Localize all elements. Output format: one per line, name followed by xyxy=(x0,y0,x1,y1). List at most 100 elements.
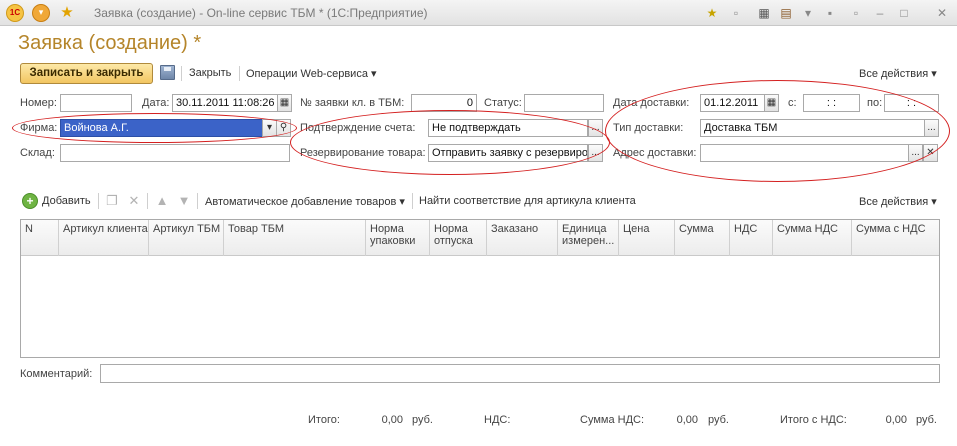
reservation-label: Резервирование товара: xyxy=(300,147,426,159)
all-actions-menu[interactable]: Все действия ▾ xyxy=(859,67,937,80)
window-titlebar: 1C ▾ ★ Заявка (создание) - On-line серви… xyxy=(0,0,957,26)
toolbar-separator xyxy=(197,193,198,209)
total-with-vat-label: Итого с НДС: xyxy=(780,414,847,426)
comment-label: Комментарий: xyxy=(20,368,93,380)
move-up-icon[interactable]: ▲ xyxy=(154,193,170,209)
save-icon[interactable] xyxy=(160,65,175,80)
column-header[interactable]: Норма отпуска xyxy=(430,220,487,256)
close-button[interactable]: Закрыть xyxy=(189,67,231,79)
copy-icon[interactable]: ❐ xyxy=(104,193,120,209)
goods-table[interactable]: N Артикул клиента Артикул ТБМ Товар ТБМ … xyxy=(20,219,940,358)
column-header[interactable]: Сумма xyxy=(675,220,730,256)
time-to-field[interactable]: : : xyxy=(884,94,939,112)
status-field[interactable] xyxy=(524,94,604,112)
window-title: Заявка (создание) - On-line сервис ТБМ *… xyxy=(94,6,428,20)
find-match-button[interactable]: Найти соответствие для артикула клиента xyxy=(419,195,636,207)
firm-label: Фирма: xyxy=(20,122,58,134)
toolbar-separator xyxy=(98,193,99,209)
column-header[interactable]: Цена xyxy=(619,220,675,256)
chevron-down-icon: ▾ xyxy=(931,68,937,80)
favorite-add-icon[interactable]: ★ xyxy=(704,5,720,21)
add-button[interactable]: Добавить xyxy=(42,195,91,207)
vat-sum-value: 0,00 xyxy=(676,414,698,426)
time-from-label: с: xyxy=(788,97,797,109)
firm-field[interactable]: Войнова А.Г. xyxy=(60,119,263,137)
auto-add-goods-label: Автоматическое добавление товаров xyxy=(205,196,397,208)
close-icon[interactable]: ✕ xyxy=(934,5,950,21)
delivery-date-field[interactable]: 01.12.2011 xyxy=(700,94,765,112)
delivery-type-field[interactable]: Доставка ТБМ xyxy=(700,119,925,137)
calendar-icon[interactable]: ▤ xyxy=(778,5,794,21)
toolbar-separator xyxy=(239,66,240,81)
select-dots-icon[interactable]: ... xyxy=(908,144,923,162)
column-header[interactable]: Артикул клиента xyxy=(59,220,149,256)
total-value: 0,00 xyxy=(381,414,403,426)
column-header[interactable]: НДС xyxy=(730,220,773,256)
select-dots-icon[interactable]: ... xyxy=(588,144,603,162)
table-all-actions-menu[interactable]: Все действия ▾ xyxy=(859,195,937,208)
delivery-type-label: Тип доставки: xyxy=(613,122,684,134)
column-header[interactable]: Сумма НДС xyxy=(773,220,852,256)
form-heading: Заявка (создание) * xyxy=(18,32,202,54)
tbm-order-number-label: № заявки кл. в ТБМ: xyxy=(300,97,405,109)
toolbar-separator xyxy=(412,193,413,209)
add-icon[interactable]: + xyxy=(22,193,38,209)
column-header[interactable]: Товар ТБМ xyxy=(224,220,366,256)
dropdown-arrow-icon[interactable]: ▾ xyxy=(262,119,277,137)
all-actions-label: Все действия xyxy=(859,68,929,80)
comment-field[interactable] xyxy=(100,364,940,383)
search-icon[interactable]: ⚲ xyxy=(276,119,291,137)
main-menu-icon[interactable]: ▾ xyxy=(32,4,50,22)
table-all-actions-label: Все действия xyxy=(859,196,929,208)
chevron-down-icon: ▾ xyxy=(371,68,377,80)
column-header[interactable]: Норма упаковки xyxy=(366,220,430,256)
auto-add-goods-menu[interactable]: Автоматическое добавление товаров ▾ xyxy=(205,195,405,208)
column-header[interactable]: Заказано xyxy=(487,220,558,256)
delivery-address-field[interactable] xyxy=(700,144,909,162)
calendar-icon[interactable]: ▦ xyxy=(277,94,292,112)
warehouse-field[interactable] xyxy=(60,144,290,162)
total-label: Итого: xyxy=(308,414,340,426)
minimize-icon[interactable]: – xyxy=(872,5,888,21)
time-to-label: по: xyxy=(867,97,883,109)
favorite-star-icon[interactable]: ★ xyxy=(58,4,76,22)
calendar-icon[interactable]: ▦ xyxy=(764,94,779,112)
select-dots-icon[interactable]: ... xyxy=(924,119,939,137)
column-header[interactable]: Артикул ТБМ xyxy=(149,220,224,256)
chevron-down-icon: ▾ xyxy=(399,196,405,208)
delivery-address-label: Адрес доставки: xyxy=(613,147,697,159)
save-and-close-button[interactable]: Записать и закрыть xyxy=(20,63,153,84)
app-logo-icon[interactable]: 1C xyxy=(6,4,24,22)
info-icon[interactable]: ▫ xyxy=(848,5,864,21)
total-with-vat-value: 0,00 xyxy=(885,414,907,426)
invoice-confirmation-field[interactable]: Не подтверждать xyxy=(428,119,588,137)
chevron-down-icon: ▾ xyxy=(931,196,937,208)
column-header[interactable]: Единица измерен... xyxy=(558,220,619,256)
toolbar-separator xyxy=(147,193,148,209)
maximize-icon[interactable]: □ xyxy=(896,5,912,21)
column-header[interactable]: Сумма с НДС xyxy=(852,220,940,256)
column-header[interactable]: N xyxy=(21,220,59,256)
web-operations-menu[interactable]: Операции Web-сервиса ▾ xyxy=(246,67,377,80)
vat-sum-label: Сумма НДС: xyxy=(580,414,645,426)
warehouse-label: Склад: xyxy=(20,147,55,159)
clear-icon[interactable]: ✕ xyxy=(923,144,938,162)
time-from-field[interactable]: : : xyxy=(803,94,860,112)
help-icon[interactable]: ▪ xyxy=(822,5,838,21)
select-dots-icon[interactable]: ... xyxy=(588,119,603,137)
date-field[interactable]: 30.11.2011 11:08:26 xyxy=(172,94,278,112)
total-with-vat-currency: руб. xyxy=(916,414,937,426)
date-label: Дата: xyxy=(142,97,170,109)
reservation-field[interactable]: Отправить заявку с резервиро xyxy=(428,144,588,162)
invoice-confirmation-label: Подтверждение счета: xyxy=(300,122,416,134)
link-icon[interactable]: ▫ xyxy=(728,5,744,21)
table-header: N Артикул клиента Артикул ТБМ Товар ТБМ … xyxy=(21,220,939,256)
tbm-order-number-field[interactable]: 0 xyxy=(411,94,477,112)
vat-label: НДС: xyxy=(484,414,511,426)
toolbar-separator xyxy=(181,66,182,81)
move-down-icon[interactable]: ▼ xyxy=(176,193,192,209)
delete-icon[interactable]: ✕ xyxy=(126,193,142,209)
window-menu-icon[interactable]: ▾ xyxy=(800,5,816,21)
calculator-icon[interactable]: ▦ xyxy=(756,5,772,21)
number-field[interactable] xyxy=(60,94,132,112)
